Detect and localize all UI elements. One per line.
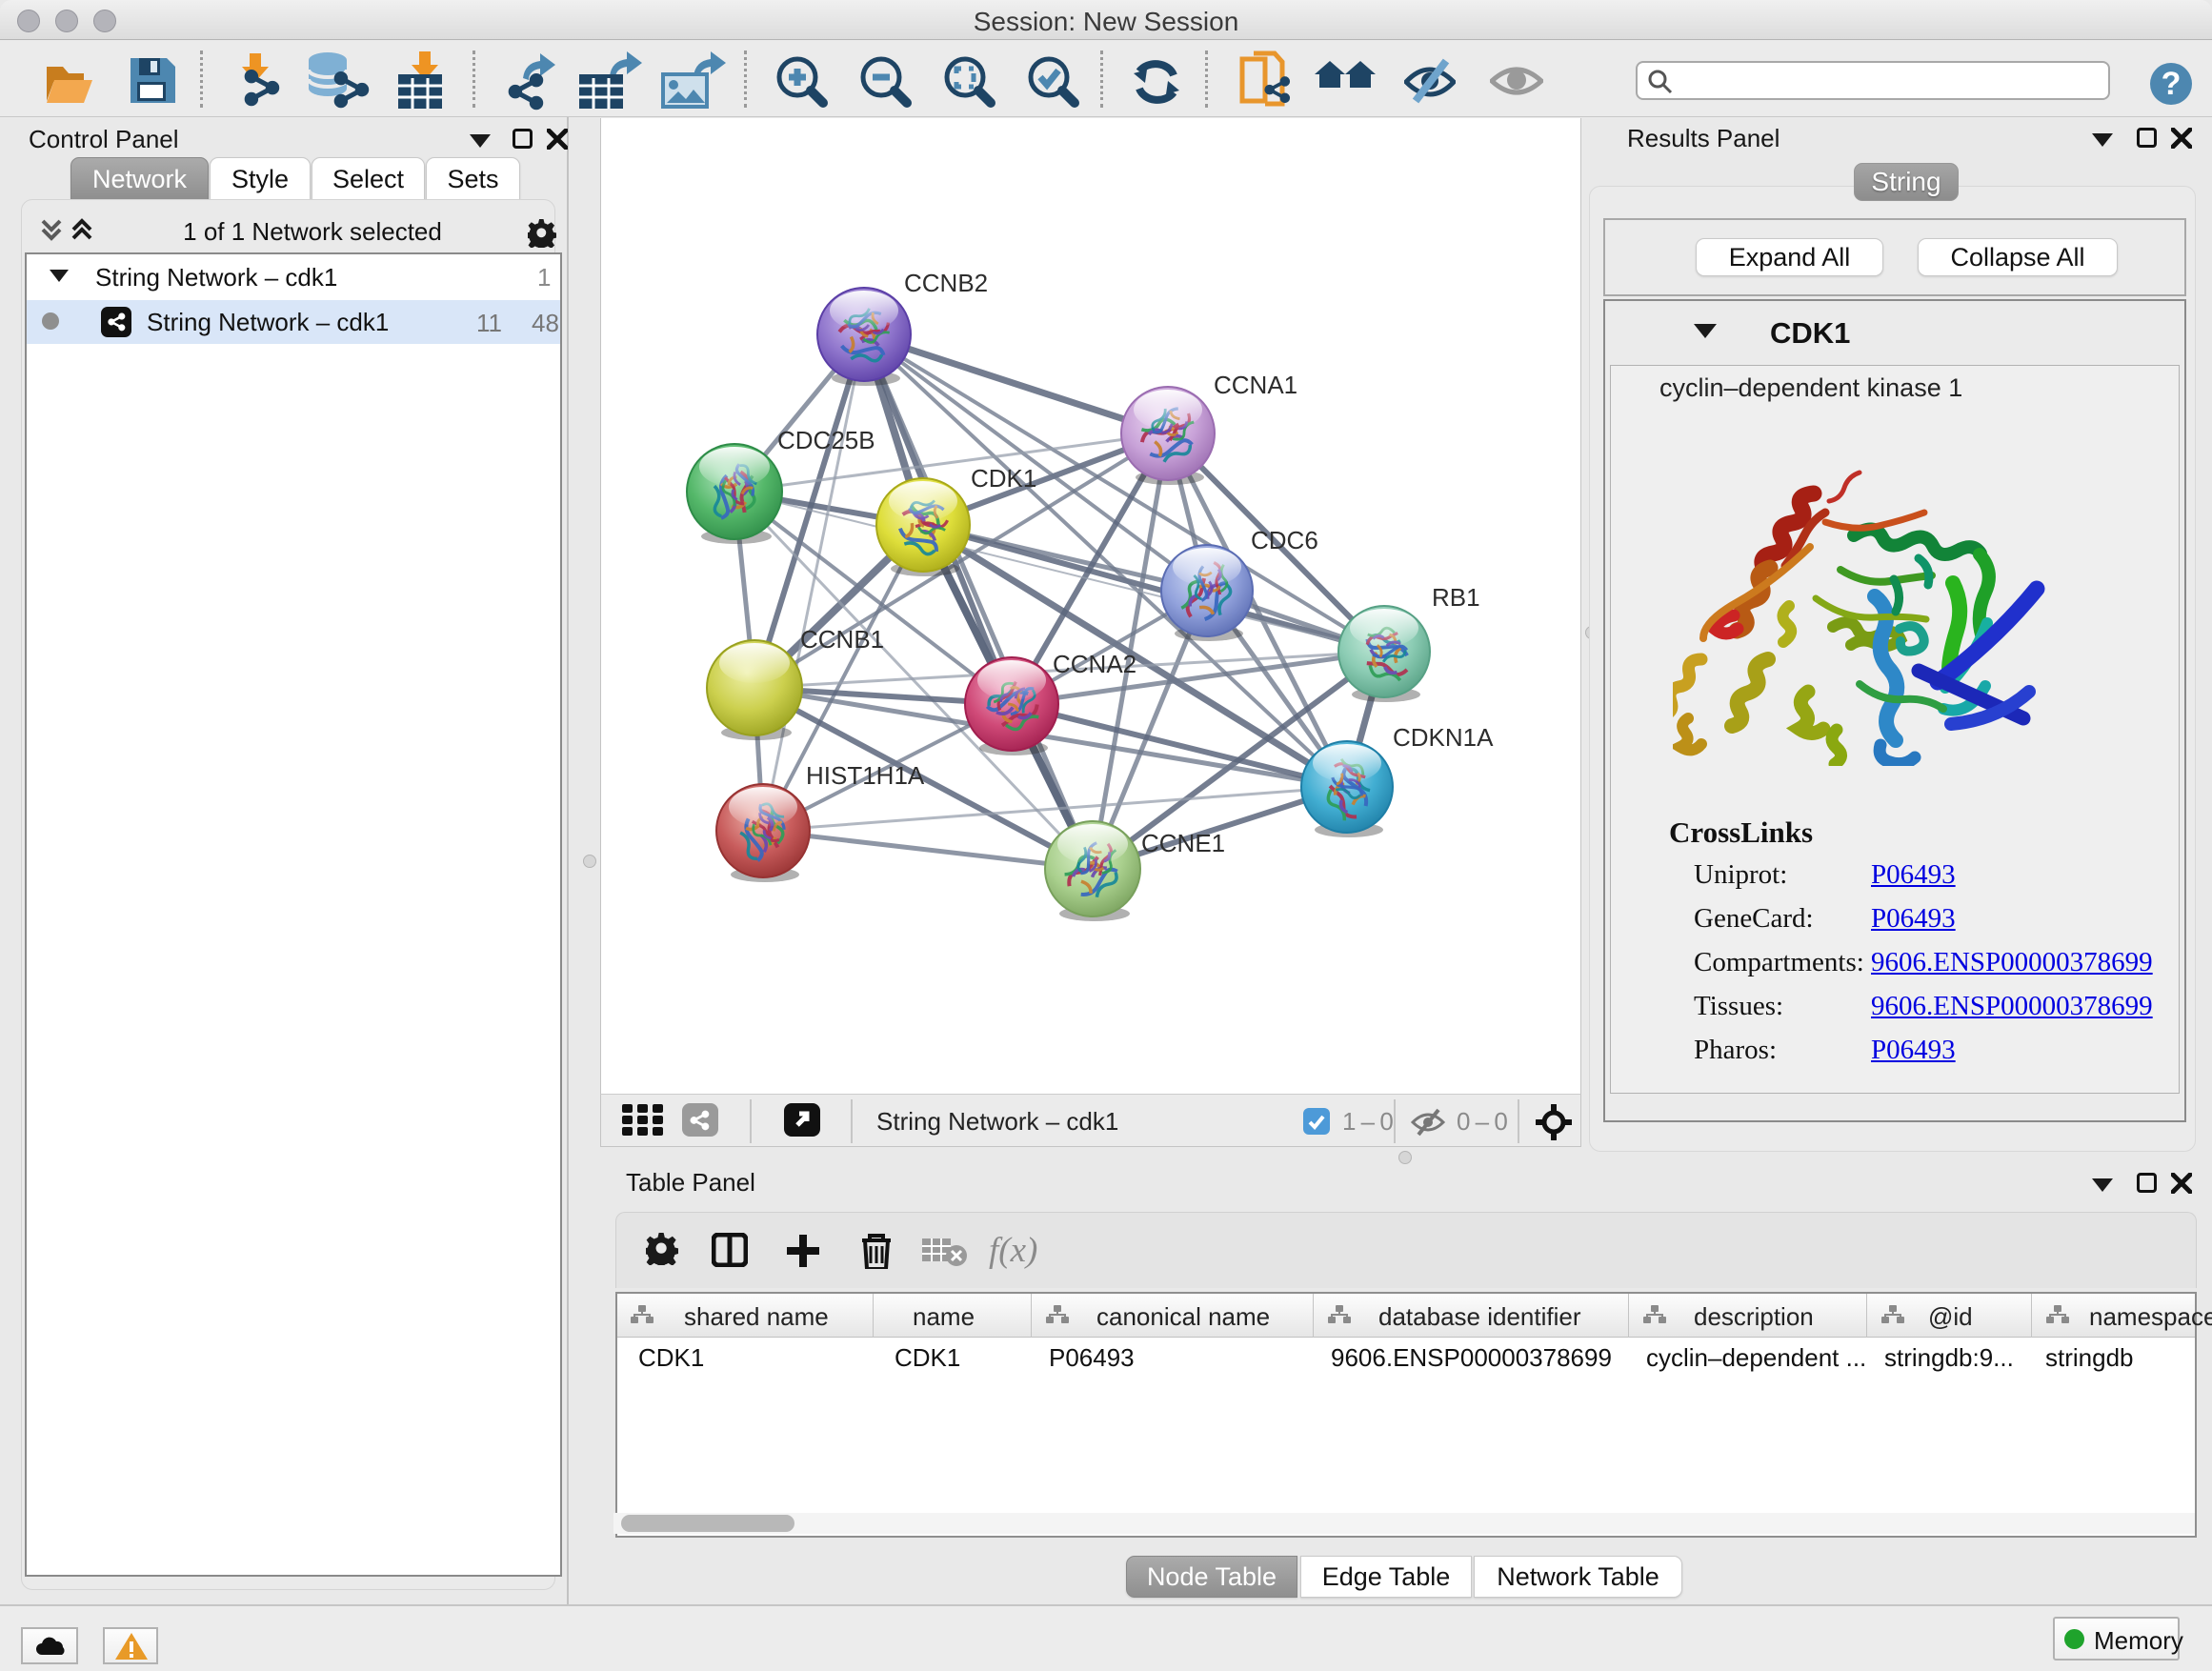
svg-text:CCNB2: CCNB2 [904,269,988,297]
svg-text:CCNA1: CCNA1 [1214,371,1297,399]
svg-text:CCNE1: CCNE1 [1141,829,1225,857]
svg-text:CCNA2: CCNA2 [1053,650,1136,678]
svg-text:CCNB1: CCNB1 [800,625,884,654]
svg-text:RB1: RB1 [1432,583,1480,612]
svg-text:CDKN1A: CDKN1A [1393,723,1494,752]
svg-text:CDC25B: CDC25B [777,426,875,454]
svg-text:CDK1: CDK1 [971,464,1036,493]
svg-text:HIST1H1A: HIST1H1A [806,761,925,790]
svg-text:CDC6: CDC6 [1251,526,1318,554]
